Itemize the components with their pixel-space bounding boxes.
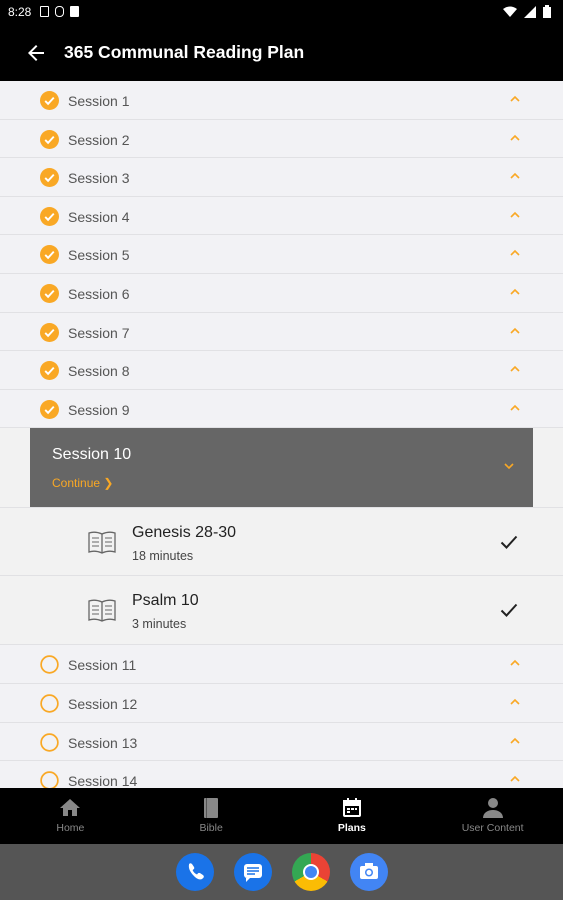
- session-label: Session 12: [68, 695, 138, 712]
- chevron-up-icon: [510, 134, 520, 141]
- session-row[interactable]: Session 4: [0, 196, 563, 236]
- session-list: Session 1 Session 2 Session 3 Session 4 …: [0, 81, 563, 788]
- open-book-icon: [88, 599, 116, 623]
- chevron-up-icon: [510, 660, 520, 666]
- nav-label: Home: [56, 822, 85, 834]
- calendar-icon: [342, 798, 361, 817]
- check-circle-icon: [40, 322, 59, 342]
- person-icon: [482, 798, 503, 818]
- chevron-down-icon: [504, 463, 514, 470]
- reading-duration: 18 minutes: [132, 549, 194, 564]
- session-row[interactable]: Session 3: [0, 158, 563, 197]
- app-bar: 365 Communal Reading Plan: [0, 24, 563, 81]
- bible-icon: [204, 798, 219, 818]
- checkmark-icon: [500, 536, 518, 550]
- messages-app-icon[interactable]: [233, 853, 272, 891]
- session-label: Session 11: [68, 657, 137, 674]
- chevron-up-icon: [510, 95, 520, 102]
- empty-circle-icon: [40, 655, 59, 675]
- session-row[interactable]: Session 8: [0, 351, 563, 390]
- reading-item[interactable]: Psalm 10 3 minutes: [0, 576, 563, 646]
- check-circle-icon: [40, 129, 59, 149]
- empty-circle-icon: [40, 694, 59, 713]
- wifi-icon: [503, 6, 517, 17]
- reading-duration: 3 minutes: [132, 617, 187, 632]
- sd-card-icon: [70, 6, 79, 17]
- chevron-up-icon: [510, 366, 520, 372]
- check-circle-icon: [40, 168, 59, 188]
- notification-icon: [40, 6, 49, 17]
- session-row[interactable]: Session 13: [0, 722, 563, 762]
- session-label: Session 4: [68, 208, 130, 225]
- open-book-icon: [88, 531, 116, 555]
- session-row[interactable]: Session 6: [0, 273, 563, 313]
- nav-label: User Content: [461, 822, 524, 834]
- chevron-up-icon: [510, 211, 520, 218]
- chevron-up-icon: [510, 775, 520, 782]
- camera-app-icon[interactable]: [349, 853, 388, 891]
- chrome-app-icon[interactable]: [291, 853, 330, 891]
- session-row[interactable]: Session 11: [0, 645, 563, 684]
- nav-label: Plans: [337, 822, 366, 834]
- reading-item[interactable]: Genesis 28-30 18 minutes: [0, 507, 563, 577]
- chevron-up-icon: [510, 173, 520, 179]
- session-row[interactable]: Session 12: [0, 683, 563, 723]
- nav-user-content[interactable]: User Content: [422, 788, 563, 844]
- nav-label: Bible: [199, 822, 223, 834]
- nav-home[interactable]: Home: [0, 788, 141, 844]
- session-row[interactable]: Session 14: [0, 761, 563, 788]
- session-row[interactable]: Session 9: [0, 389, 563, 429]
- session-label: Session 8: [68, 363, 130, 380]
- session-row[interactable]: Session 2: [0, 119, 563, 159]
- session-row[interactable]: Session 7: [0, 312, 563, 352]
- session-label: Session 13: [68, 734, 138, 751]
- bottom-nav: Home Bible Plans User Content: [0, 788, 563, 844]
- session-label: Session 6: [68, 285, 130, 302]
- system-dock: [0, 844, 563, 900]
- continue-link[interactable]: Continue ❯: [52, 476, 113, 490]
- session-label: Session 2: [68, 131, 130, 148]
- session-label: Session 14: [68, 773, 138, 788]
- page-title: 365 Communal Reading Plan: [64, 42, 305, 62]
- nav-bible[interactable]: Bible: [141, 788, 282, 844]
- phone-app-icon[interactable]: [175, 853, 214, 891]
- notification-icon: [55, 6, 64, 17]
- notification-icons: [40, 6, 79, 17]
- signal-icon: [524, 5, 536, 18]
- session-label: Session 5: [68, 247, 130, 264]
- nav-plans[interactable]: Plans: [282, 788, 423, 844]
- session-label: Session 7: [68, 324, 130, 341]
- check-circle-icon: [40, 361, 59, 381]
- home-icon: [60, 799, 81, 816]
- empty-circle-icon: [40, 771, 59, 788]
- check-circle-icon: [40, 206, 59, 226]
- chevron-up-icon: [510, 327, 520, 334]
- chevron-up-icon: [510, 698, 520, 705]
- status-time: 8:28: [8, 5, 32, 19]
- session-row[interactable]: Session 5: [0, 235, 563, 274]
- chevron-up-icon: [510, 404, 520, 411]
- session-label: Session 3: [68, 170, 130, 187]
- check-circle-icon: [40, 283, 59, 303]
- chevron-up-icon: [510, 737, 520, 744]
- session-label: Session 9: [68, 401, 130, 418]
- check-circle-icon: [40, 245, 59, 265]
- status-bar: 8:28: [0, 0, 563, 24]
- battery-icon: [543, 5, 551, 18]
- session-label: Session 1: [68, 93, 130, 109]
- reading-title: Psalm 10: [132, 592, 199, 610]
- expanded-session-title: Session 10: [52, 446, 132, 464]
- chevron-up-icon: [510, 288, 520, 295]
- check-circle-icon: [40, 399, 59, 419]
- check-circle-icon: [40, 91, 59, 110]
- session-row[interactable]: Session 1: [0, 81, 563, 120]
- chevron-up-icon: [510, 250, 520, 256]
- back-arrow-icon[interactable]: [24, 41, 48, 65]
- system-icons: [503, 5, 551, 18]
- reading-title: Genesis 28-30: [132, 524, 237, 542]
- expanded-session-header[interactable]: Session 10 Continue ❯: [30, 428, 533, 508]
- empty-circle-icon: [40, 732, 59, 752]
- checkmark-icon: [500, 604, 518, 618]
